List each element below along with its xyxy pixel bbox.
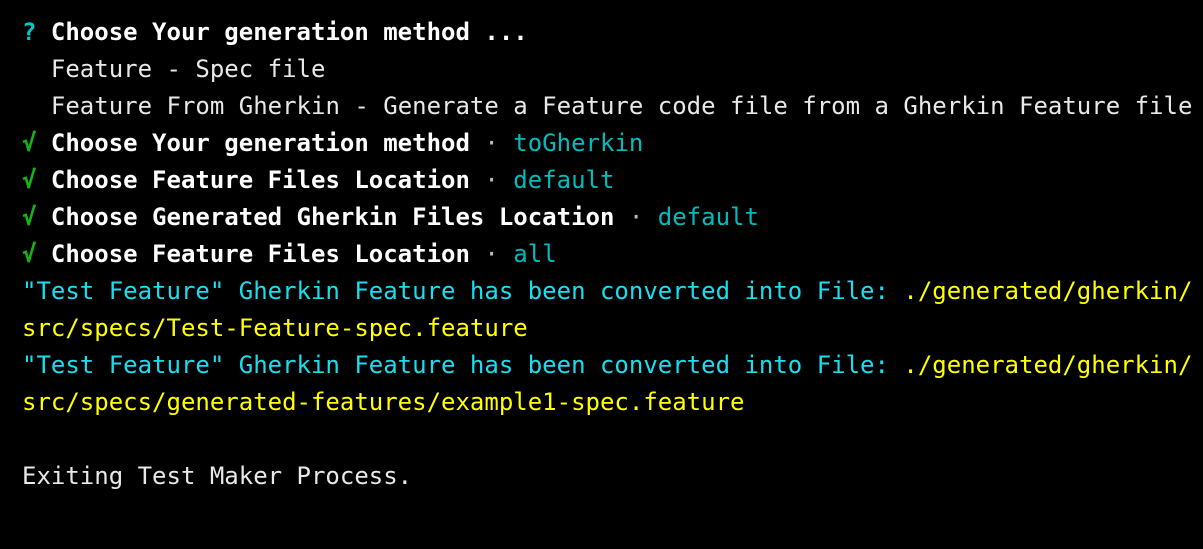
answer-separator: · — [484, 240, 499, 268]
exit-message-text: Exiting Test Maker Process. — [22, 462, 413, 490]
answer-label: Choose Feature Files Location — [36, 166, 485, 194]
answer-label: Choose Feature Files Location — [36, 240, 485, 268]
answer-value: default — [643, 203, 759, 231]
conversion-result-1: "Test Feature" Gherkin Feature has been … — [22, 273, 1197, 347]
answered-feature-files-selection: √ Choose Feature Files Location · all — [22, 236, 1197, 273]
answer-label: Choose Generated Gherkin Files Location — [36, 203, 629, 231]
blank-separator — [22, 421, 1197, 458]
checkmark-icon: √ — [22, 240, 37, 268]
prompt-question-text: Choose Your generation method ... — [36, 18, 528, 46]
answered-feature-files-location: √ Choose Feature Files Location · defaul… — [22, 162, 1197, 199]
conversion-message: "Test Feature" Gherkin Feature has been … — [22, 351, 904, 379]
answered-generation-method: √ Choose Your generation method · toGher… — [22, 125, 1197, 162]
menu-option-1[interactable]: Feature - Spec file — [22, 51, 1197, 88]
answer-label: Choose Your generation method — [36, 129, 485, 157]
conversion-message: "Test Feature" Gherkin Feature has been … — [22, 277, 904, 305]
answer-value: default — [498, 166, 615, 194]
answer-separator: · — [628, 203, 644, 231]
answer-separator: · — [484, 129, 499, 157]
conversion-result-2: "Test Feature" Gherkin Feature has been … — [22, 347, 1197, 421]
exit-message: Exiting Test Maker Process. — [22, 458, 1197, 495]
question-mark-icon: ? — [22, 18, 37, 46]
menu-option-2[interactable]: Feature From Gherkin - Generate a Featur… — [22, 88, 1197, 125]
answered-generated-gherkin-files-location: √ Choose Generated Gherkin Files Locatio… — [22, 199, 1197, 236]
menu-option-label[interactable]: Feature From Gherkin - Generate a Featur… — [22, 92, 1193, 120]
terminal-output: ? Choose Your generation method ... Feat… — [22, 14, 1197, 495]
terminal-window: ? Choose Your generation method ... Feat… — [0, 0, 1203, 549]
checkmark-icon: √ — [22, 129, 37, 157]
answer-value: all — [498, 240, 557, 268]
answer-value: toGherkin — [498, 129, 644, 157]
checkmark-icon: √ — [22, 166, 37, 194]
menu-option-label[interactable]: Feature - Spec file — [22, 55, 326, 83]
checkmark-icon: √ — [22, 203, 37, 231]
answer-separator: · — [484, 166, 499, 194]
prompt-question: ? Choose Your generation method ... — [22, 14, 1197, 51]
